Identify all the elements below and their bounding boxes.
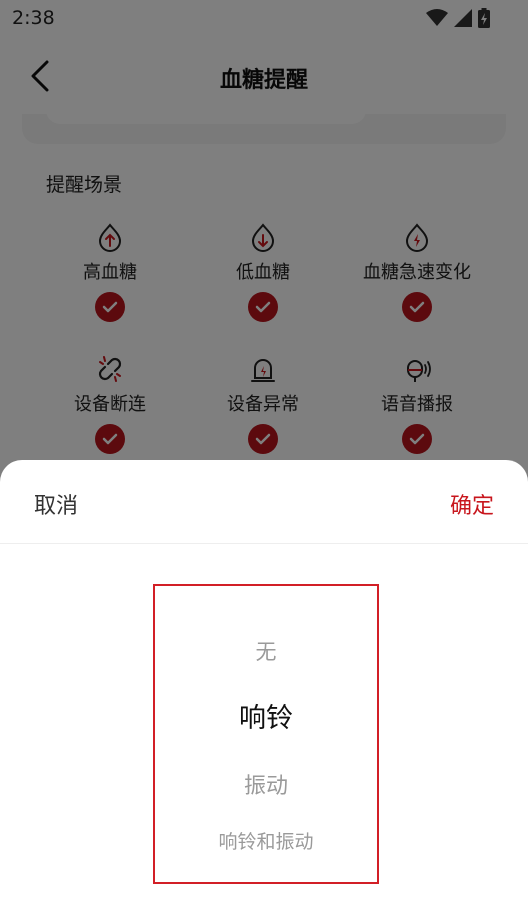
cancel-button[interactable]: 取消 <box>34 488 78 520</box>
picker-option-none[interactable]: 无 <box>155 636 377 666</box>
picker-option-ring-selected[interactable]: 响铃 <box>155 696 377 735</box>
picker-option-vibrate[interactable]: 振动 <box>155 768 377 800</box>
picker-option-ring-and-vibrate[interactable]: 响铃和振动 <box>155 827 377 854</box>
sheet-header: 取消 确定 <box>0 460 528 544</box>
alert-mode-picker-sheet: 取消 确定 无 响铃 振动 响铃和振动 <box>0 460 528 898</box>
confirm-button[interactable]: 确定 <box>450 488 494 520</box>
option-picker[interactable]: 无 响铃 振动 响铃和振动 <box>153 584 379 884</box>
